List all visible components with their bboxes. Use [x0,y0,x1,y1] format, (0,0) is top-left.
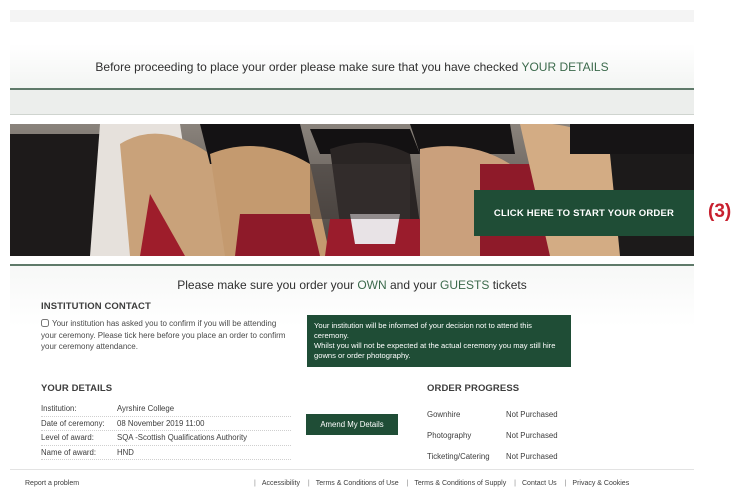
order-panel: Please make sure you order your OWN and … [10,264,694,469]
institution-contact-heading: INSTITUTION CONTACT [41,301,151,312]
footer-link-terms-use[interactable]: Terms & Conditions of Use [316,480,399,487]
details-label: Name of award: [41,447,97,457]
footer-separator: | [254,480,256,487]
footer-links: | Accessibility | Terms & Conditions of Us… [248,480,629,487]
attendance-info-box: Your institution will be informed of you… [307,315,571,367]
panel-title-guests: GUESTS [440,278,490,292]
details-row: Level of award: SQA -Scottish Qualificati… [41,431,291,446]
details-value: SQA -Scottish Qualifications Authority [117,433,248,443]
notice-text: Before proceeding to place your order pl… [10,60,694,74]
details-list: Institution: Ayrshire College Date of cer… [41,402,291,460]
separator-bar [10,90,694,115]
your-details-heading: YOUR DETAILS [41,383,113,394]
details-row: Institution: Ayrshire College [41,402,291,417]
progress-item-label: Photography [427,431,472,440]
attendance-confirm[interactable]: Your institution has asked you to confir… [41,318,291,353]
footer-separator: | [514,480,516,487]
order-progress-heading: ORDER PROGRESS [427,383,520,394]
progress-status: Not Purchased [506,410,558,419]
details-value: Ayrshire College [117,404,175,414]
footer-separator: | [564,480,567,487]
panel-title-own: OWN [357,278,387,292]
footer-link-accessibility[interactable]: Accessibility [262,480,300,487]
footer-link-privacy[interactable]: Privacy & Cookies [572,480,629,487]
panel-title-part3: tickets [489,278,527,292]
step-label: (3) [708,201,732,222]
attendance-checkbox-label: Your institution has asked you to confir… [41,319,286,351]
details-label: Institution: [41,404,77,414]
footer-separator: | [307,480,310,487]
details-label: Level of award: [41,433,94,443]
progress-row: Gownhire Not Purchased [427,404,587,425]
amend-details-button[interactable]: Amend My Details [306,414,398,435]
footer-link-terms-supply[interactable]: Terms & Conditions of Supply [414,480,506,487]
report-problem-link[interactable]: Report a problem [25,480,79,487]
progress-item-label: Gownhire [427,410,461,419]
panel-title: Please make sure you order your OWN and … [10,278,694,292]
attendance-checkbox[interactable] [41,319,49,327]
footer-separator: | [406,480,409,487]
notice-text-main: Before proceeding to place your order pl… [95,60,522,74]
details-value: HND [117,447,134,457]
details-label: Date of ceremony: [41,418,105,428]
details-row: Name of award: HND [41,446,291,460]
progress-status: Not Purchased [506,452,558,461]
progress-status: Not Purchased [506,431,558,440]
notice-bar: Before proceeding to place your order pl… [10,44,694,90]
attendance-info-text: Your institution will be informed of you… [314,321,556,360]
notice-highlight: YOUR DETAILS [521,60,609,74]
progress-row: Ticketing/Catering Not Purchased [427,446,587,467]
start-order-button[interactable]: CLICK HERE TO START YOUR ORDER [474,190,694,236]
panel-title-part2: and your [386,278,441,292]
progress-row: Photography Not Purchased [427,425,587,446]
details-row: Date of ceremony: 08 November 2019 11:00 [41,417,291,431]
footer-link-contact[interactable]: Contact Us [522,480,557,487]
top-bar [10,10,694,22]
order-progress-list: Gownhire Not Purchased Photography Not Pur… [427,404,587,467]
details-value: 08 November 2019 11:00 [117,418,205,428]
panel-title-part1: Please make sure you order your [177,278,358,292]
footer: Report a problem | Accessibility | Terms &… [10,469,694,489]
progress-item-label: Ticketing/Catering [427,452,490,461]
